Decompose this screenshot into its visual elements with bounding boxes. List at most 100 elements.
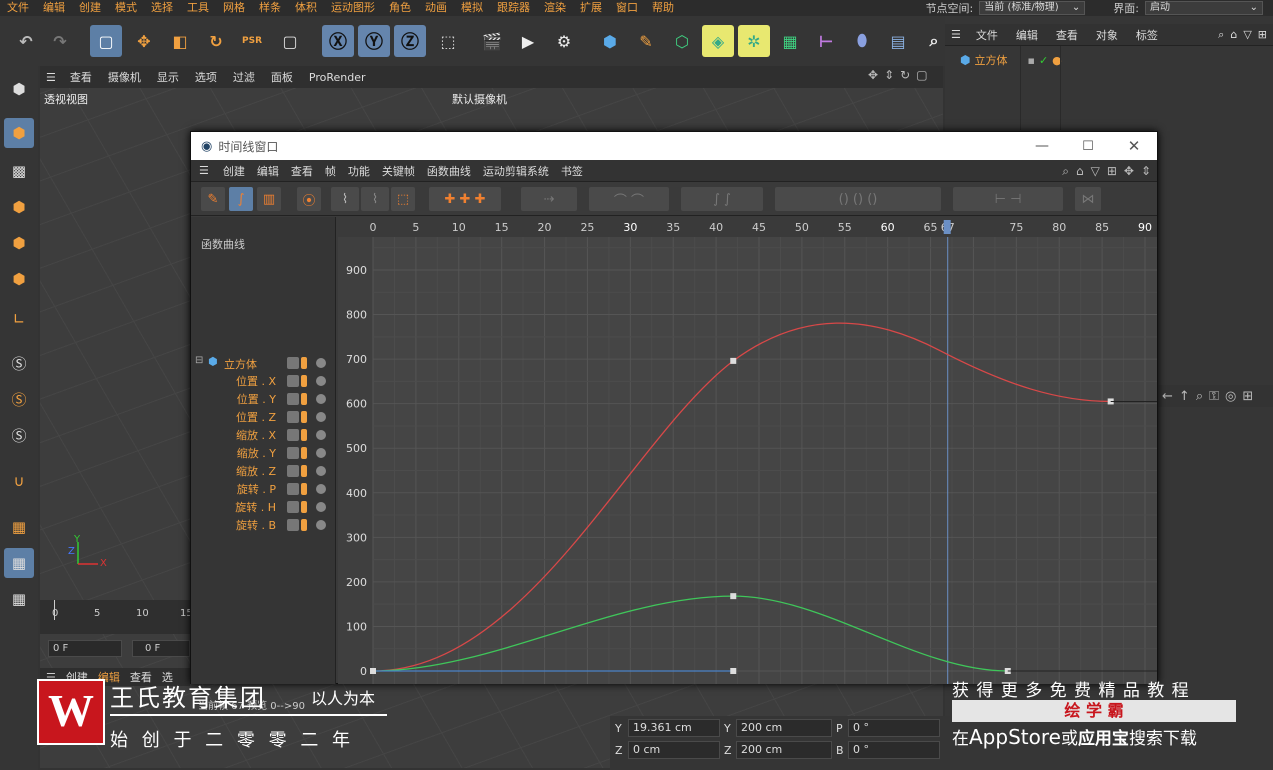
viewport-menu-item-1[interactable]: 摄像机 (100, 69, 149, 85)
viewport-menu-item-5[interactable]: 面板 (263, 69, 301, 85)
edit-icon[interactable] (287, 465, 299, 477)
track-row[interactable]: 缩放 . Y (191, 444, 336, 462)
arrow-left-icon[interactable]: ← (1162, 389, 1173, 404)
timeline-menu-item-0[interactable]: 创建 (217, 163, 251, 179)
arrow-up-icon[interactable]: ↑ (1179, 389, 1190, 404)
track-root[interactable]: ⊟ ⬢ 立方体 (191, 354, 336, 372)
search-icon[interactable]: ⌕ (1062, 164, 1069, 179)
field-icon[interactable]: ⊢ (810, 25, 842, 57)
solo-icon[interactable] (316, 394, 326, 404)
mini-timeline[interactable]: 0 5 10 15 (40, 600, 193, 634)
model-mode-icon[interactable]: ⬢ (4, 118, 34, 148)
object-menu-item-3[interactable]: 对象 (1087, 27, 1127, 43)
pen-tool-icon[interactable]: ✎ (630, 25, 662, 57)
menu-item-6[interactable]: 网格 (216, 1, 252, 15)
start-frame-field[interactable]: 0 F (48, 640, 122, 657)
new-window-icon[interactable]: ⊞ (1107, 164, 1117, 179)
menu-item-5[interactable]: 工具 (180, 1, 216, 15)
render-settings-icon[interactable]: ⚙ (548, 25, 580, 57)
key-mode-icon[interactable]: ✎ (201, 187, 225, 211)
frame-all-icon[interactable]: ⬚ (391, 187, 415, 211)
close-icon[interactable]: ✕ (1111, 137, 1157, 155)
menu-item-10[interactable]: 角色 (382, 1, 418, 15)
timeline-menu-item-4[interactable]: 功能 (342, 163, 376, 179)
layer-icon[interactable] (301, 447, 307, 459)
mograph-icon[interactable]: ▦ (774, 25, 806, 57)
maximize-icon[interactable]: ☐ (1065, 139, 1111, 154)
solo-icon[interactable] (316, 430, 326, 440)
snap-settings-icon[interactable]: Ⓢ (4, 384, 34, 414)
timeline-menu-item-6[interactable]: 函数曲线 (421, 163, 477, 179)
viewport-menu-item-3[interactable]: 选项 (187, 69, 225, 85)
locked-workplane-icon[interactable]: ▦ (4, 548, 34, 578)
layer-icon[interactable] (301, 465, 307, 477)
x-axis-lock-icon[interactable]: Ⓧ (322, 25, 354, 57)
menu-item-15[interactable]: 扩展 (573, 1, 609, 15)
menu-item-3[interactable]: 模式 (108, 1, 144, 15)
solo-icon[interactable] (316, 448, 326, 458)
home-icon[interactable]: ⌂ (1230, 28, 1237, 42)
preview-icon[interactable]: ⦿ (297, 187, 321, 211)
axis-mode-icon[interactable]: ∟ (4, 304, 34, 334)
subdivision-icon[interactable]: ⬡ (666, 25, 698, 57)
layer-icon[interactable] (301, 375, 307, 387)
timeline-menu-item-3[interactable]: 帧 (319, 163, 342, 179)
texture-mode-icon[interactable]: ▩ (4, 156, 34, 186)
edit-icon[interactable] (287, 519, 299, 531)
menu-item-11[interactable]: 动画 (418, 1, 454, 15)
solo-icon[interactable] (316, 358, 326, 368)
interface-select[interactable]: 启动 ⌄ (1145, 1, 1263, 15)
object-menu-item-2[interactable]: 查看 (1047, 27, 1087, 43)
track-row[interactable]: 位置 . Z (191, 408, 336, 426)
timeline-menu-item-2[interactable]: 查看 (285, 163, 319, 179)
new-window-icon[interactable]: ⊞ (1258, 28, 1267, 42)
track-row[interactable]: 缩放 . Z (191, 462, 336, 480)
track-row[interactable]: 位置 . Y (191, 390, 336, 408)
menu-item-17[interactable]: 帮助 (645, 1, 681, 15)
solo-icon[interactable] (316, 376, 326, 386)
track-row[interactable]: 旋转 . B (191, 516, 336, 534)
visibility-icon[interactable]: ▪ (1027, 54, 1034, 67)
viewport-menu-item-0[interactable]: 查看 (62, 69, 100, 85)
solo-icon[interactable] (316, 466, 326, 476)
minimize-icon[interactable]: — (1019, 138, 1065, 154)
move-view-icon[interactable]: ✥ (868, 68, 878, 82)
layer-icon[interactable] (301, 519, 307, 531)
size-y-field[interactable]: 200 cm (736, 719, 832, 737)
menu-item-9[interactable]: 运动图形 (324, 1, 382, 15)
zoom-view-icon[interactable]: ⇕ (884, 68, 894, 82)
search-icon[interactable]: ⌕ (1196, 389, 1203, 404)
polygon-mode-icon[interactable]: ⬢ (4, 264, 34, 294)
object-row-cube[interactable]: ⬢ 立方体 ▪ ✓ ● (960, 52, 1062, 68)
target-icon[interactable]: ◎ (1225, 389, 1236, 404)
curve-view-icon[interactable]: ⌇ (331, 187, 359, 211)
z-axis-lock-icon[interactable]: Ⓩ (394, 25, 426, 57)
curve-tools-icons[interactable]: ⊢ ⊣ (953, 187, 1063, 211)
solo-icon[interactable] (316, 484, 326, 494)
filter-icon[interactable]: ▽ (1243, 28, 1251, 42)
add-key-icons[interactable]: ✚ ✚ ✚ (429, 187, 501, 211)
current-frame-handle[interactable] (943, 220, 951, 234)
move-icon[interactable]: ✥ (1124, 164, 1134, 179)
edit-icon[interactable] (287, 375, 299, 387)
curve-view2-icon[interactable]: ⌇ (361, 187, 389, 211)
hamburger-icon[interactable]: ☰ (40, 71, 62, 84)
render-view-icon[interactable]: 🎬 (476, 25, 508, 57)
collapse-icon[interactable]: ⊟ (195, 355, 203, 366)
object-menu-item-0[interactable]: 文件 (967, 27, 1007, 43)
layer-icon[interactable] (301, 501, 307, 513)
timeline-menu-item-7[interactable]: 运动剪辑系统 (477, 163, 555, 179)
menu-item-4[interactable]: 选择 (144, 1, 180, 15)
redo-icon[interactable]: ↷ (44, 25, 76, 57)
tangent-icons[interactable]: ∫ ∫ (681, 187, 763, 211)
magnet-icon[interactable]: ∪ (4, 466, 34, 496)
recent-tool-icon[interactable]: ▢ (274, 25, 306, 57)
layer-icon[interactable] (301, 357, 307, 369)
edit-icon[interactable] (287, 357, 299, 369)
viewport-menu-item-4[interactable]: 过滤 (225, 69, 263, 85)
pos-y-field[interactable]: 19.361 cm (628, 719, 720, 737)
coordinate-system-icon[interactable]: ⬚ (432, 25, 464, 57)
snap-keys-icon[interactable]: ⋈ (1075, 187, 1101, 211)
rot-p-field[interactable]: 0 ° (848, 719, 940, 737)
edit-icon[interactable] (287, 411, 299, 423)
